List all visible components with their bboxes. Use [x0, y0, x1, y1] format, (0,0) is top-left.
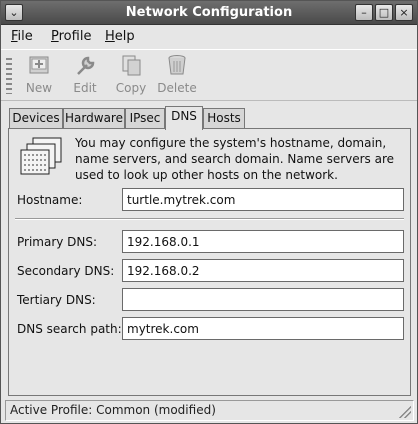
tab-hosts-label: Hosts — [207, 111, 241, 125]
wrench-icon — [77, 56, 95, 75]
menu-bar: File Profile Help — [1, 26, 417, 48]
copy-button[interactable]: Copy — [109, 52, 153, 95]
menu-file-label: ile — [17, 29, 33, 44]
tab-hardware-label: Hardware — [65, 111, 123, 125]
separator — [15, 218, 404, 220]
copy-button-label: Copy — [115, 81, 147, 95]
hostname-label: Hostname: — [17, 193, 83, 207]
primary-dns-label: Primary DNS: — [17, 235, 98, 249]
menu-help-mnemonic: H — [105, 29, 115, 44]
delete-button-label: Delete — [157, 81, 197, 95]
dns-search-path-label: DNS search path: — [17, 322, 122, 336]
tab-dns-label: DNS — [171, 109, 197, 123]
dns-panel: You may configure the system's hostname,… — [8, 128, 411, 396]
trash-icon — [168, 55, 186, 75]
new-button-label: New — [25, 81, 53, 95]
maximize-button[interactable]: □ — [375, 4, 393, 21]
minimize-button[interactable]: – — [355, 4, 373, 21]
edit-button[interactable]: Edit — [63, 52, 107, 95]
minimize-icon: – — [361, 6, 367, 19]
toolbar: New Edit Copy Delete — [1, 49, 417, 101]
network-configuration-window: ⌄ Network Configuration – □ × File Profi… — [0, 0, 418, 424]
tab-devices[interactable]: Devices — [9, 108, 63, 129]
delete-button[interactable]: Delete — [155, 52, 199, 95]
menu-profile-label: rofile — [58, 29, 92, 44]
status-bar: Active Profile: Common (modified) — [5, 400, 414, 421]
secondary-dns-label: Secondary DNS: — [17, 264, 115, 278]
edit-button-label: Edit — [73, 81, 97, 95]
tertiary-dns-label: Tertiary DNS: — [17, 293, 96, 307]
tab-hardware[interactable]: Hardware — [63, 108, 125, 129]
title-bar[interactable]: ⌄ Network Configuration – □ × — [1, 1, 417, 25]
menu-help[interactable]: Help — [105, 29, 135, 44]
new-device-icon — [29, 56, 49, 74]
secondary-dns-field[interactable] — [122, 259, 404, 282]
menu-profile-mnemonic: P — [51, 29, 59, 44]
resize-grip[interactable] — [399, 406, 411, 418]
tab-hosts[interactable]: Hosts — [203, 108, 245, 129]
active-profile-status: Active Profile: Common (modified) — [10, 403, 216, 417]
close-button[interactable]: × — [395, 4, 413, 21]
maximize-icon: □ — [378, 6, 390, 19]
tab-dns[interactable]: DNS — [165, 106, 203, 130]
menu-help-label: elp — [114, 29, 135, 44]
tab-ipsec-label: IPsec — [129, 111, 161, 125]
menu-profile[interactable]: Profile — [51, 29, 91, 44]
new-button[interactable]: New — [17, 52, 61, 95]
dns-search-path-field[interactable] — [122, 317, 404, 340]
hostname-field[interactable] — [122, 188, 404, 211]
tertiary-dns-field[interactable] — [122, 288, 404, 311]
dns-servers-icon — [20, 137, 62, 175]
menu-file[interactable]: File — [11, 29, 33, 44]
tab-devices-label: Devices — [12, 111, 60, 125]
toolbar-grip[interactable] — [6, 58, 12, 94]
dns-description: You may configure the system's hostname,… — [75, 136, 395, 182]
primary-dns-field[interactable] — [122, 230, 404, 253]
close-icon: × — [399, 6, 409, 19]
tab-ipsec[interactable]: IPsec — [125, 108, 165, 129]
copy-icon — [122, 55, 141, 76]
